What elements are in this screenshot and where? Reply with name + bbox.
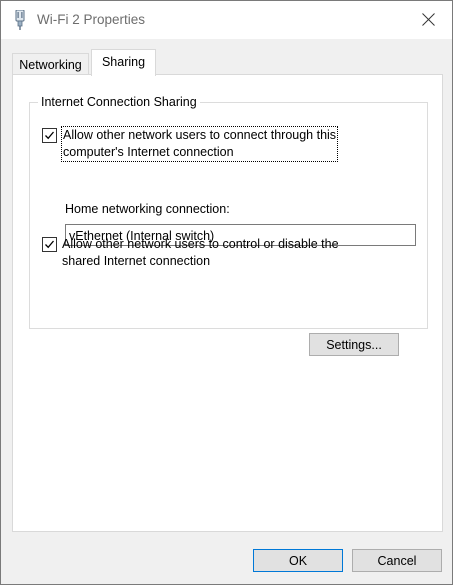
allow-control-checkbox[interactable] (42, 237, 57, 252)
allow-connect-label[interactable]: Allow other network users to connect thr… (61, 126, 339, 162)
close-icon (422, 13, 435, 26)
title-bar[interactable]: Wi-Fi 2 Properties (1, 1, 452, 39)
window-title: Wi-Fi 2 Properties (37, 12, 146, 27)
allow-connect-checkbox[interactable] (42, 128, 57, 143)
home-connection-label: Home networking connection: (65, 202, 230, 216)
ok-button[interactable]: OK (253, 549, 343, 572)
close-button[interactable] (406, 1, 452, 39)
allow-control-label[interactable]: Allow other network users to control or … (62, 236, 339, 270)
settings-button[interactable]: Settings... (309, 333, 399, 356)
checkmark-icon (45, 131, 54, 140)
internet-connection-sharing-group: Internet Connection Sharing Allow other … (29, 95, 428, 329)
group-title: Internet Connection Sharing (38, 95, 200, 109)
network-adapter-icon (13, 9, 27, 30)
tab-networking[interactable]: Networking (12, 53, 89, 76)
tab-sharing[interactable]: Sharing (91, 49, 156, 76)
cancel-button[interactable]: Cancel (352, 549, 442, 572)
properties-dialog: Wi-Fi 2 Properties Networking Sharing In… (0, 0, 453, 585)
sharing-tab-panel: Internet Connection Sharing Allow other … (12, 74, 443, 532)
checkmark-icon (45, 240, 54, 249)
